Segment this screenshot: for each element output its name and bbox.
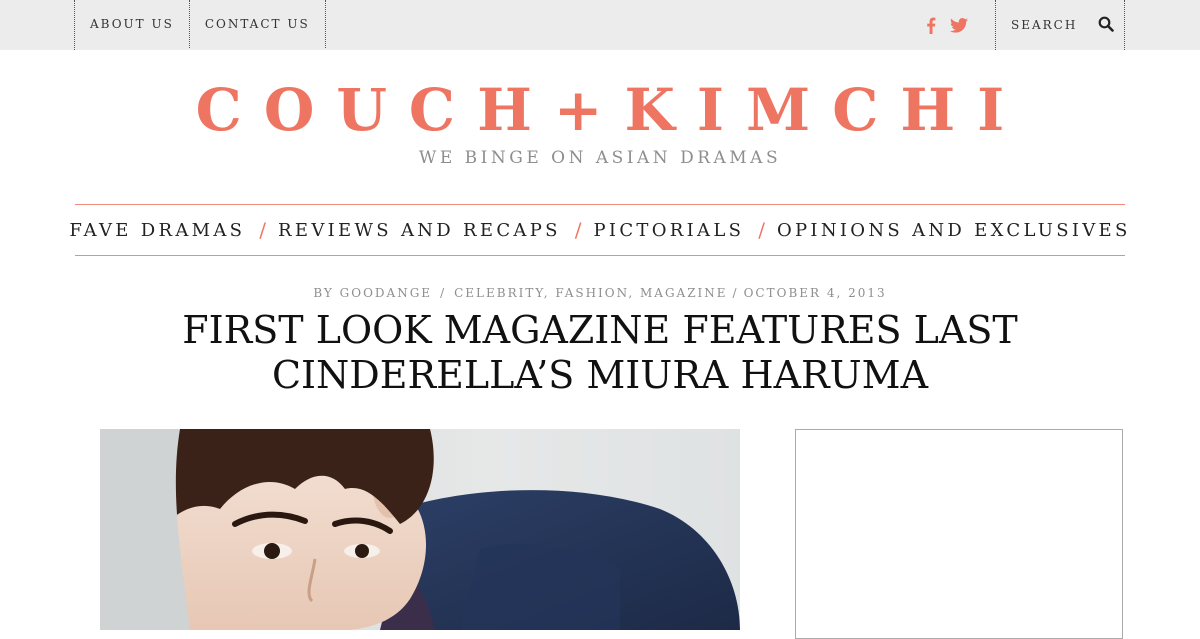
search-icon[interactable] [1098, 16, 1114, 36]
twitter-icon[interactable] [950, 17, 968, 33]
category-link[interactable]: FASHION [555, 286, 628, 300]
contact-us-link[interactable]: CONTACT US [190, 0, 326, 48]
nav-reviews-and-recaps[interactable]: REVIEWS AND RECAPS [278, 220, 561, 241]
category-link[interactable]: MAGAZINE [640, 286, 728, 300]
nav-separator: / [758, 218, 765, 242]
post-author-link[interactable]: BY GOODANGE [313, 286, 432, 300]
post-date: OCTOBER 4, 2013 [743, 286, 887, 300]
meta-separator: / [732, 286, 739, 300]
nav-separator: / [574, 218, 582, 242]
nav-separator: / [259, 218, 267, 242]
main-nav: FAVE DRAMAS / REVIEWS AND RECAPS / PICTO… [69, 204, 1127, 256]
post-meta: BY GOODANGE / CELEBRITY, FASHION, MAGAZINE… [313, 286, 887, 300]
post-featured-image[interactable] [100, 429, 740, 630]
meta-separator: / [440, 286, 447, 300]
sidebar-widget [795, 429, 1123, 639]
social-links [926, 0, 968, 50]
site-logo[interactable]: COUCH+KIMCHI [0, 70, 1200, 150]
search-input[interactable] [1011, 15, 1089, 35]
site-tagline: WE BINGE ON ASIAN DRAMAS [418, 148, 782, 168]
category-link[interactable]: CELEBRITY [454, 286, 544, 300]
about-us-link[interactable]: ABOUT US [75, 0, 190, 48]
search-box [995, 0, 1125, 50]
post-title[interactable]: FIRST LOOK MAGAZINE FEATURES LAST CINDER… [150, 308, 1050, 398]
nav-fave-dramas[interactable]: FAVE DRAMAS [69, 220, 245, 241]
top-bar: ABOUT US CONTACT US [0, 0, 1200, 50]
top-nav: ABOUT US CONTACT US [74, 0, 326, 50]
nav-pictorials[interactable]: PICTORIALS [594, 220, 745, 241]
facebook-icon[interactable] [926, 17, 936, 34]
nav-opinions-and-exclusives[interactable]: OPINIONS AND EXCLUSIVES [777, 220, 1131, 241]
